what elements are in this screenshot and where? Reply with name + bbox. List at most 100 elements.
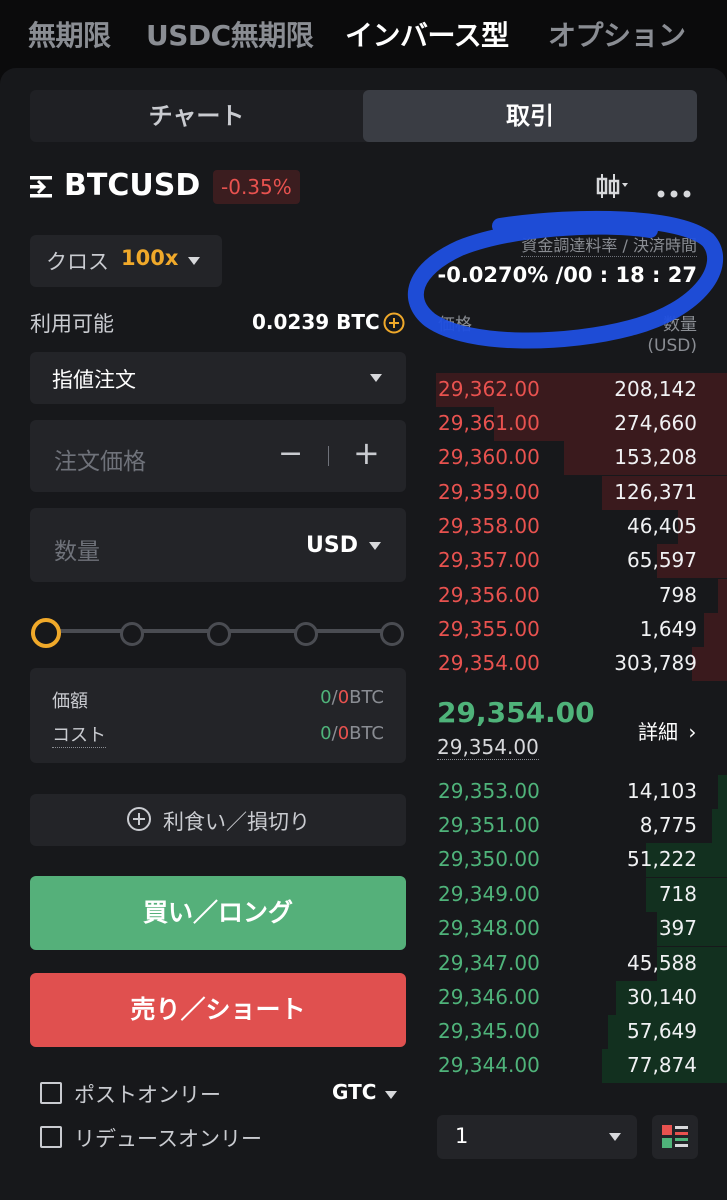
ask-price: 29,358.00 [438, 514, 540, 538]
time-in-force-selector[interactable]: GTC [332, 1080, 398, 1106]
tp-sl-button[interactable]: 利食い／損切り [30, 794, 406, 846]
quantity-input[interactable]: 数量 USD [30, 508, 406, 582]
cost-amount: 0/0BTC [320, 723, 384, 744]
order-price-placeholder: 注文価格 [54, 449, 146, 475]
bid-price: 29,351.00 [438, 813, 540, 837]
slider-mark-25[interactable] [120, 622, 144, 646]
bid-qty: 51,222 [627, 847, 697, 871]
ask-row[interactable]: 29,358.00 46,405 [436, 510, 727, 544]
ask-price: 29,355.00 [438, 617, 540, 641]
ask-row[interactable]: 29,360.00 153,208 [436, 441, 727, 475]
plus-circle-icon [126, 806, 152, 836]
trade-tab[interactable]: 取引 [363, 90, 697, 142]
menu-icon[interactable] [30, 176, 56, 198]
precision-value: 1 [455, 1124, 469, 1148]
bid-row[interactable]: 29,344.00 77,874 [436, 1049, 727, 1083]
depth-bar [718, 775, 727, 809]
available-label: 利用可能 [30, 312, 114, 336]
ask-row[interactable]: 29,357.00 65,597 [436, 544, 727, 578]
ask-row[interactable]: 29,361.00 274,660 [436, 407, 727, 441]
bid-row[interactable]: 29,347.00 45,588 [436, 947, 727, 981]
reduce-only-checkbox[interactable] [40, 1126, 62, 1148]
bid-row[interactable]: 29,351.00 8,775 [436, 809, 727, 843]
bid-row[interactable]: 29,350.00 51,222 [436, 843, 727, 877]
tab-perpetual[interactable]: 無期限 [28, 14, 111, 54]
chevron-down-icon [609, 1133, 621, 1141]
ask-qty: 208,142 [614, 377, 697, 401]
precision-selector[interactable]: 1 [437, 1115, 637, 1159]
ask-qty: 65,597 [627, 548, 697, 572]
more-icon[interactable] [656, 183, 692, 198]
bid-row[interactable]: 29,345.00 57,649 [436, 1015, 727, 1049]
ask-qty: 126,371 [614, 480, 697, 504]
ask-row[interactable]: 29,359.00 126,371 [436, 476, 727, 510]
ask-row[interactable]: 29,354.00 303,789 [436, 647, 727, 681]
stepper-divider [328, 446, 329, 466]
orderbook-detail-link[interactable]: 詳細 › [638, 716, 696, 745]
value-amount: 0/0BTC [320, 687, 384, 708]
candlestick-icon[interactable] [596, 172, 632, 200]
symbol-name[interactable]: BTCUSD [64, 168, 200, 203]
ask-row[interactable]: 29,355.00 1,649 [436, 613, 727, 647]
bid-qty: 57,649 [627, 1019, 697, 1043]
slider-mark-75[interactable] [294, 622, 318, 646]
ask-price: 29,360.00 [438, 445, 540, 469]
detail-label: 詳細 [638, 720, 678, 744]
depth-bar [703, 613, 727, 647]
ask-row[interactable]: 29,362.00 208,142 [436, 373, 727, 407]
order-price-input[interactable]: 注文価格 − + [30, 420, 406, 492]
order-summary: 価額 0/0BTC コスト 0/0BTC [30, 668, 406, 763]
ask-price: 29,359.00 [438, 480, 540, 504]
ask-price: 29,356.00 [438, 583, 540, 607]
buy-long-button[interactable]: 買い／ロング [30, 876, 406, 950]
bid-qty: 30,140 [627, 985, 697, 1009]
sell-short-button[interactable]: 売り／ショート [30, 973, 406, 1047]
chevron-down-icon [369, 542, 381, 550]
bid-price: 29,347.00 [438, 951, 540, 975]
bid-row[interactable]: 29,349.00 718 [436, 878, 727, 912]
slider-mark-100[interactable] [380, 622, 404, 646]
available-value: 0.0239 BTC [252, 310, 380, 334]
bid-qty: 77,874 [627, 1053, 697, 1077]
orderbook-layout-icon [661, 1123, 689, 1155]
orderbook-layout-button[interactable] [652, 1115, 698, 1159]
order-type-selector[interactable]: 指値注文 [30, 352, 406, 404]
price-decrement-button[interactable]: − [278, 436, 303, 471]
chevron-down-icon [370, 374, 382, 382]
bid-price: 29,344.00 [438, 1053, 540, 1077]
depth-bar [712, 809, 727, 843]
ask-qty: 303,789 [614, 651, 697, 675]
tab-options[interactable]: オプション [548, 14, 686, 54]
slider-handle[interactable] [31, 618, 61, 648]
ask-row[interactable]: 29,356.00 798 [436, 579, 727, 613]
price-increment-button[interactable]: + [353, 434, 380, 472]
bid-row[interactable]: 29,353.00 14,103 [436, 775, 727, 809]
quantity-unit[interactable]: USD [306, 533, 358, 558]
leverage-value: 100x [121, 246, 179, 270]
bid-price: 29,353.00 [438, 779, 540, 803]
ask-price: 29,361.00 [438, 411, 540, 435]
bid-qty: 8,775 [639, 813, 697, 837]
ask-price: 29,362.00 [438, 377, 540, 401]
bid-row[interactable]: 29,346.00 30,140 [436, 981, 727, 1015]
chevron-down-icon [188, 257, 200, 265]
bid-price: 29,348.00 [438, 916, 540, 940]
tab-inverse[interactable]: インバース型 [345, 14, 509, 54]
chart-tab[interactable]: チャート [30, 90, 363, 142]
quantity-placeholder: 数量 [54, 539, 100, 565]
bid-row[interactable]: 29,348.00 397 [436, 912, 727, 946]
bid-price: 29,349.00 [438, 882, 540, 906]
margin-mode-selector[interactable]: クロス 100x [30, 235, 222, 287]
cost-label: コスト [52, 721, 106, 748]
tab-usdc-perpetual[interactable]: USDC無期限 [146, 14, 314, 54]
bid-qty: 718 [658, 882, 697, 906]
value-label: 価額 [52, 691, 88, 712]
ask-qty: 153,208 [614, 445, 697, 469]
slider-mark-50[interactable] [207, 622, 231, 646]
chevron-down-icon [385, 1090, 398, 1099]
ask-qty: 274,660 [614, 411, 697, 435]
tp-sl-label: 利食い／損切り [163, 810, 311, 834]
ask-qty: 46,405 [627, 514, 697, 538]
post-only-checkbox[interactable] [40, 1082, 62, 1104]
bid-qty: 397 [658, 916, 697, 940]
